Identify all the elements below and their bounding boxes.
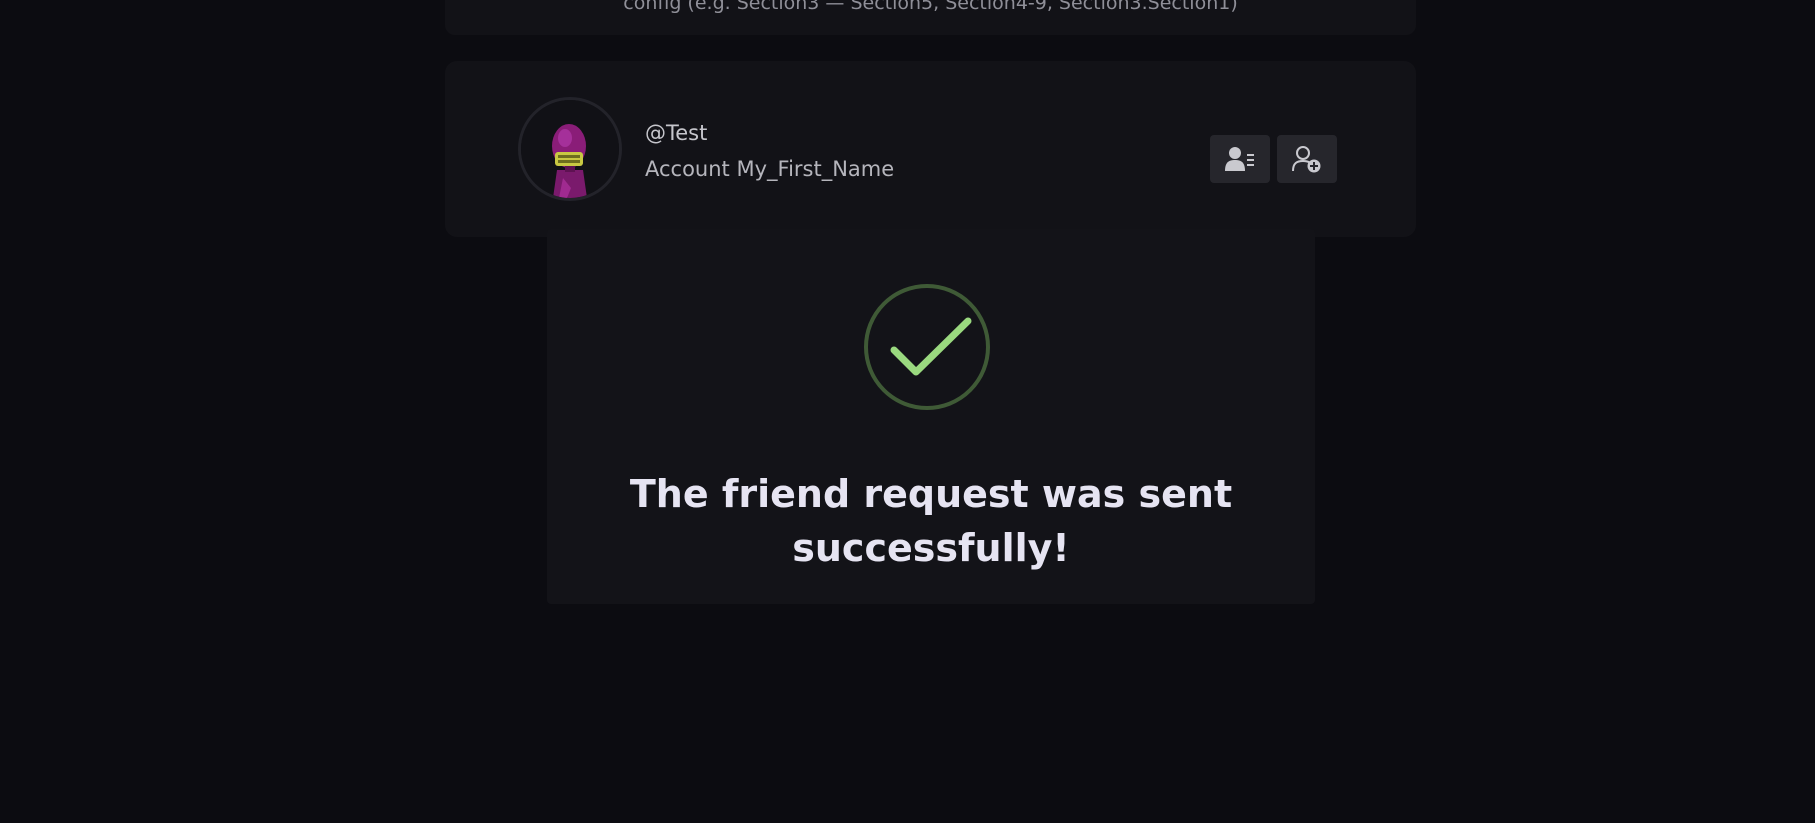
username: @Test <box>645 121 708 145</box>
user-profile-list-icon <box>1225 147 1254 171</box>
previous-card-text: config (e.g. Section3 — Section5, Sectio… <box>623 0 1238 14</box>
add-friend-button[interactable] <box>1277 135 1337 183</box>
success-dialog: The friend request was sent successfully… <box>547 229 1315 604</box>
previous-card: config (e.g. Section3 — Section5, Sectio… <box>445 0 1416 35</box>
success-message: The friend request was sent successfully… <box>629 472 1233 570</box>
account-name: Account My_First_Name <box>645 157 895 181</box>
avatar-image <box>521 100 619 198</box>
page: config (e.g. Section3 — Section5, Sectio… <box>0 0 1815 823</box>
view-profile-button[interactable] <box>1210 135 1270 183</box>
user-card: @Test Account My_First_Name <box>445 61 1416 237</box>
checkmark-circle-icon <box>864 284 990 410</box>
avatar[interactable] <box>518 97 622 201</box>
user-add-icon <box>1292 146 1321 173</box>
